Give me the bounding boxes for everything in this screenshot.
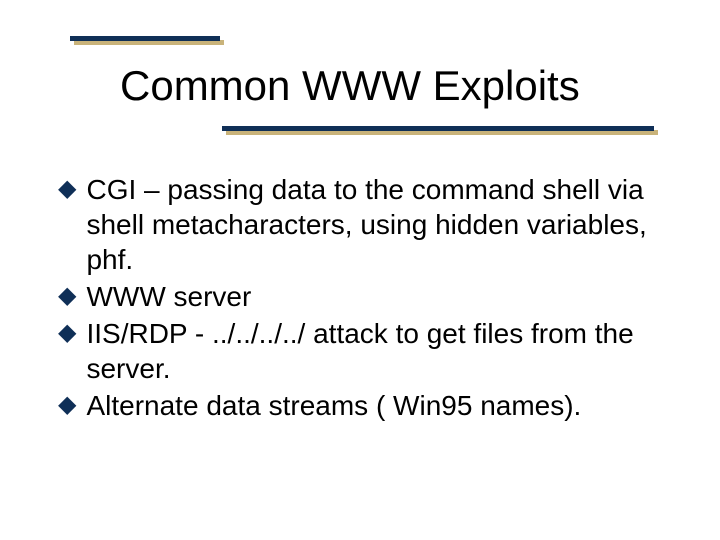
diamond-bullet-icon: ◆ [58, 388, 76, 422]
top-rule-bar [70, 36, 220, 41]
list-item: ◆ Alternate data streams ( Win95 names). [58, 388, 658, 423]
bullet-text: Alternate data streams ( Win95 names). [86, 388, 658, 423]
bullet-text: CGI – passing data to the command shell … [86, 172, 658, 277]
bullet-text: WWW server [86, 279, 658, 314]
slide-title: Common WWW Exploits [120, 62, 580, 110]
diamond-bullet-icon: ◆ [58, 279, 76, 313]
list-item: ◆ CGI – passing data to the command shel… [58, 172, 658, 277]
diamond-bullet-icon: ◆ [58, 172, 76, 206]
slide: Common WWW Exploits ◆ CGI – passing data… [0, 0, 720, 540]
list-item: ◆ WWW server [58, 279, 658, 314]
title-underline-bar [222, 126, 654, 131]
bullet-list: ◆ CGI – passing data to the command shel… [58, 172, 658, 425]
bullet-text: IIS/RDP - ../../../../ attack to get fil… [86, 316, 658, 386]
list-item: ◆ IIS/RDP - ../../../../ attack to get f… [58, 316, 658, 386]
diamond-bullet-icon: ◆ [58, 316, 76, 350]
